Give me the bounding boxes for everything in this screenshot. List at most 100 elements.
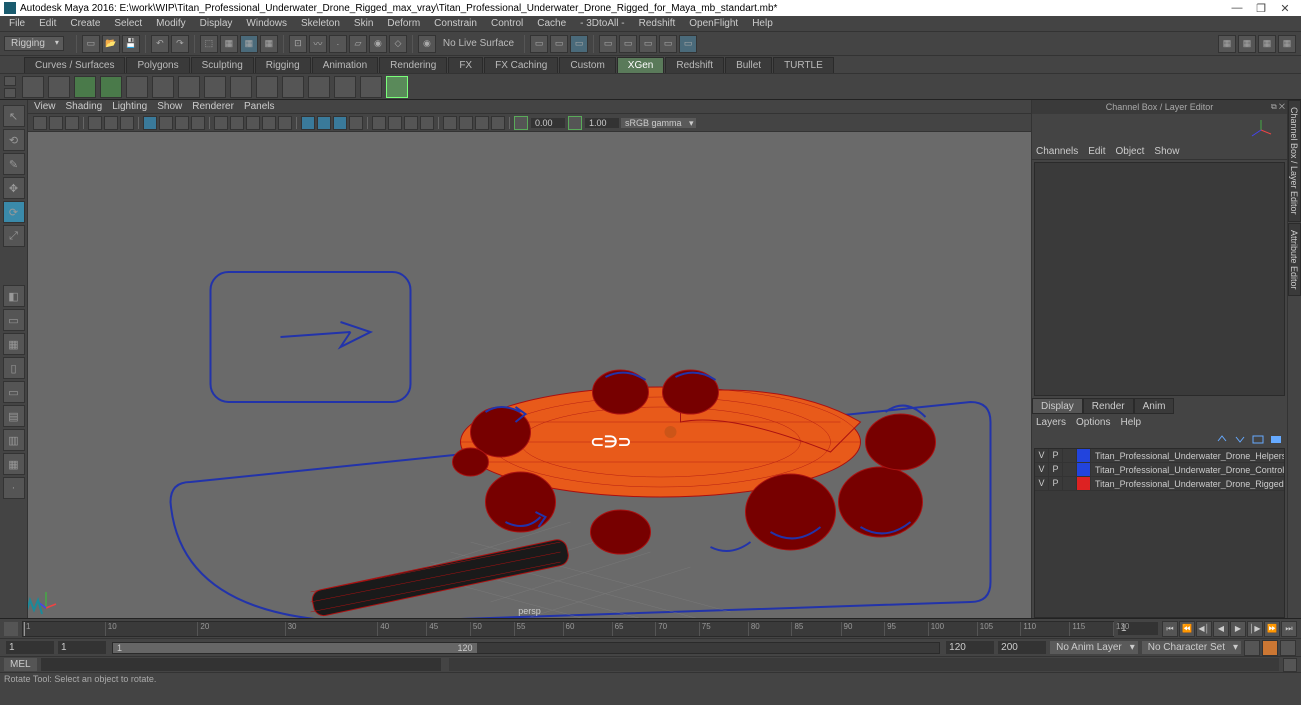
menu-redshift[interactable]: Redshift <box>632 17 683 30</box>
layout-two-v-button[interactable]: ▯ <box>3 357 25 379</box>
select-by-object-button[interactable]: ▦ <box>220 35 238 53</box>
menu-constrain[interactable]: Constrain <box>427 17 484 30</box>
grease-pencil-icon[interactable] <box>104 116 118 130</box>
shelf-tab-fx[interactable]: FX <box>448 57 483 73</box>
panellayout-button-1[interactable]: ▦ <box>1218 35 1236 53</box>
layer-playback-toggle[interactable]: P <box>1049 463 1063 476</box>
shelf-icon-11[interactable] <box>282 76 304 98</box>
panellayout-button-4[interactable]: ▦ <box>1278 35 1296 53</box>
film-gate-icon[interactable] <box>159 116 173 130</box>
viewmenu-lighting[interactable]: Lighting <box>112 101 147 112</box>
script-editor-button[interactable] <box>1283 658 1297 672</box>
menu-skin[interactable]: Skin <box>347 17 380 30</box>
shelf-tab-bullet[interactable]: Bullet <box>725 57 772 73</box>
shelf-icon-14[interactable] <box>360 76 382 98</box>
panel-undock-icon[interactable]: ⧉ ✕ <box>1271 102 1285 112</box>
last-tool-button[interactable]: ◧ <box>3 285 25 307</box>
shelf-icon-12[interactable] <box>308 76 330 98</box>
command-input[interactable] <box>41 658 441 671</box>
menu-display[interactable]: Display <box>193 17 240 30</box>
exposure-icon[interactable] <box>443 116 457 130</box>
menu-openflight[interactable]: OpenFlight <box>682 17 745 30</box>
channel-box-list[interactable] <box>1034 162 1285 396</box>
menu-help[interactable]: Help <box>745 17 780 30</box>
shelf-icon-1[interactable] <box>22 76 44 98</box>
layout-more-button[interactable]: · <box>3 477 25 499</box>
shelf-tab-custom[interactable]: Custom <box>559 57 615 73</box>
select-tool-button[interactable]: ↖ <box>3 105 25 127</box>
panellayout-button-3[interactable]: ▦ <box>1258 35 1276 53</box>
menu-3dtoall[interactable]: - 3DtoAll - <box>573 17 631 30</box>
layer-color-swatch[interactable] <box>1077 449 1091 462</box>
shelf-tab-redshift[interactable]: Redshift <box>665 57 724 73</box>
menu-edit[interactable]: Edit <box>32 17 63 30</box>
layer-move-up-icon[interactable] <box>1215 432 1229 446</box>
range-end-outer[interactable]: 200 <box>998 641 1046 654</box>
paint-select-tool-button[interactable]: ✎ <box>3 153 25 175</box>
scale-tool-button[interactable]: ⤢ <box>3 225 25 247</box>
step-forward-key-button[interactable]: ⏩ <box>1264 621 1280 637</box>
step-forward-button[interactable]: │▶ <box>1247 621 1263 637</box>
shelf-tab-rigging[interactable]: Rigging <box>255 57 311 73</box>
shelf-icon-2[interactable] <box>48 76 70 98</box>
menu-skeleton[interactable]: Skeleton <box>294 17 347 30</box>
menu-windows[interactable]: Windows <box>239 17 294 30</box>
layer-new-empty-icon[interactable] <box>1251 432 1265 446</box>
open-scene-button[interactable]: 📂 <box>102 35 120 53</box>
side-tab-attribute-editor[interactable]: Attribute Editor <box>1288 223 1301 297</box>
command-lang-label[interactable]: MEL <box>4 658 37 671</box>
shelf-edit-icon[interactable] <box>4 75 16 99</box>
layer-menu-options[interactable]: Options <box>1076 417 1110 428</box>
workspace-dropdown[interactable]: Rigging <box>4 36 64 51</box>
snap-point-button[interactable]: · <box>329 35 347 53</box>
layer-tab-display[interactable]: Display <box>1032 398 1083 414</box>
layout-single-button[interactable]: ▭ <box>3 309 25 331</box>
select-by-type-button[interactable]: ▦ <box>260 35 278 53</box>
move-tool-button[interactable]: ✥ <box>3 177 25 199</box>
rotate-tool-button[interactable]: ⟳ <box>3 201 25 223</box>
viewtransform-icon[interactable] <box>475 116 489 130</box>
viewmenu-view[interactable]: View <box>34 101 56 112</box>
select-by-component-button[interactable]: ▦ <box>240 35 258 53</box>
viewmenu-show[interactable]: Show <box>157 101 182 112</box>
gamma-icon[interactable] <box>459 116 473 130</box>
render-button[interactable]: ▭ <box>570 35 588 53</box>
textured-icon[interactable] <box>246 116 260 130</box>
shelf-icon-5[interactable] <box>126 76 148 98</box>
autokey-button[interactable] <box>1244 640 1260 656</box>
hypershade-button[interactable]: ▭ <box>659 35 677 53</box>
menu-cache[interactable]: Cache <box>530 17 573 30</box>
shaded-icon[interactable] <box>230 116 244 130</box>
shelf-tab-curves[interactable]: Curves / Surfaces <box>24 57 125 73</box>
layer-displaytype[interactable] <box>1063 477 1077 490</box>
viewmenu-renderer[interactable]: Renderer <box>192 101 234 112</box>
resolution-gate-icon[interactable] <box>175 116 189 130</box>
layout-graph-button[interactable]: ▥ <box>3 429 25 451</box>
cb-menu-edit[interactable]: Edit <box>1088 146 1105 157</box>
colorspace-dropdown[interactable]: sRGB gamma <box>621 118 696 128</box>
render-view-button[interactable]: ▭ <box>679 35 697 53</box>
layer-name[interactable]: Titan_Professional_Underwater_Drone_Cont… <box>1091 465 1284 475</box>
shelf-tab-rendering[interactable]: Rendering <box>379 57 447 73</box>
step-back-button[interactable]: ◀│ <box>1196 621 1212 637</box>
set-key-button[interactable] <box>1262 640 1278 656</box>
range-start-outer[interactable]: 1 <box>6 641 54 654</box>
shelf-icon-4[interactable] <box>100 76 122 98</box>
layer-color-swatch[interactable] <box>1077 477 1091 490</box>
cb-menu-object[interactable]: Object <box>1116 146 1145 157</box>
layout-outliner-button[interactable]: ▤ <box>3 405 25 427</box>
gate-mask-icon[interactable] <box>191 116 205 130</box>
shelf-tab-xgen[interactable]: XGen <box>617 57 665 73</box>
range-end-inner[interactable]: 120 <box>946 641 994 654</box>
shelf-tab-fxcaching[interactable]: FX Caching <box>484 57 558 73</box>
layout-four-button[interactable]: ▦ <box>3 333 25 355</box>
layer-visible-toggle[interactable]: V <box>1035 477 1049 490</box>
exposure-field[interactable]: 0.00 <box>531 118 565 128</box>
layer-row-1[interactable]: V P Titan_Professional_Underwater_Drone_… <box>1035 463 1284 477</box>
minimize-button[interactable]: — <box>1225 2 1249 14</box>
layer-tab-anim[interactable]: Anim <box>1134 398 1175 414</box>
xray-icon[interactable] <box>317 116 331 130</box>
render-settings-button[interactable]: ▭ <box>639 35 657 53</box>
range-track[interactable]: 1 120 <box>112 642 940 654</box>
shelf-icon-8[interactable] <box>204 76 226 98</box>
